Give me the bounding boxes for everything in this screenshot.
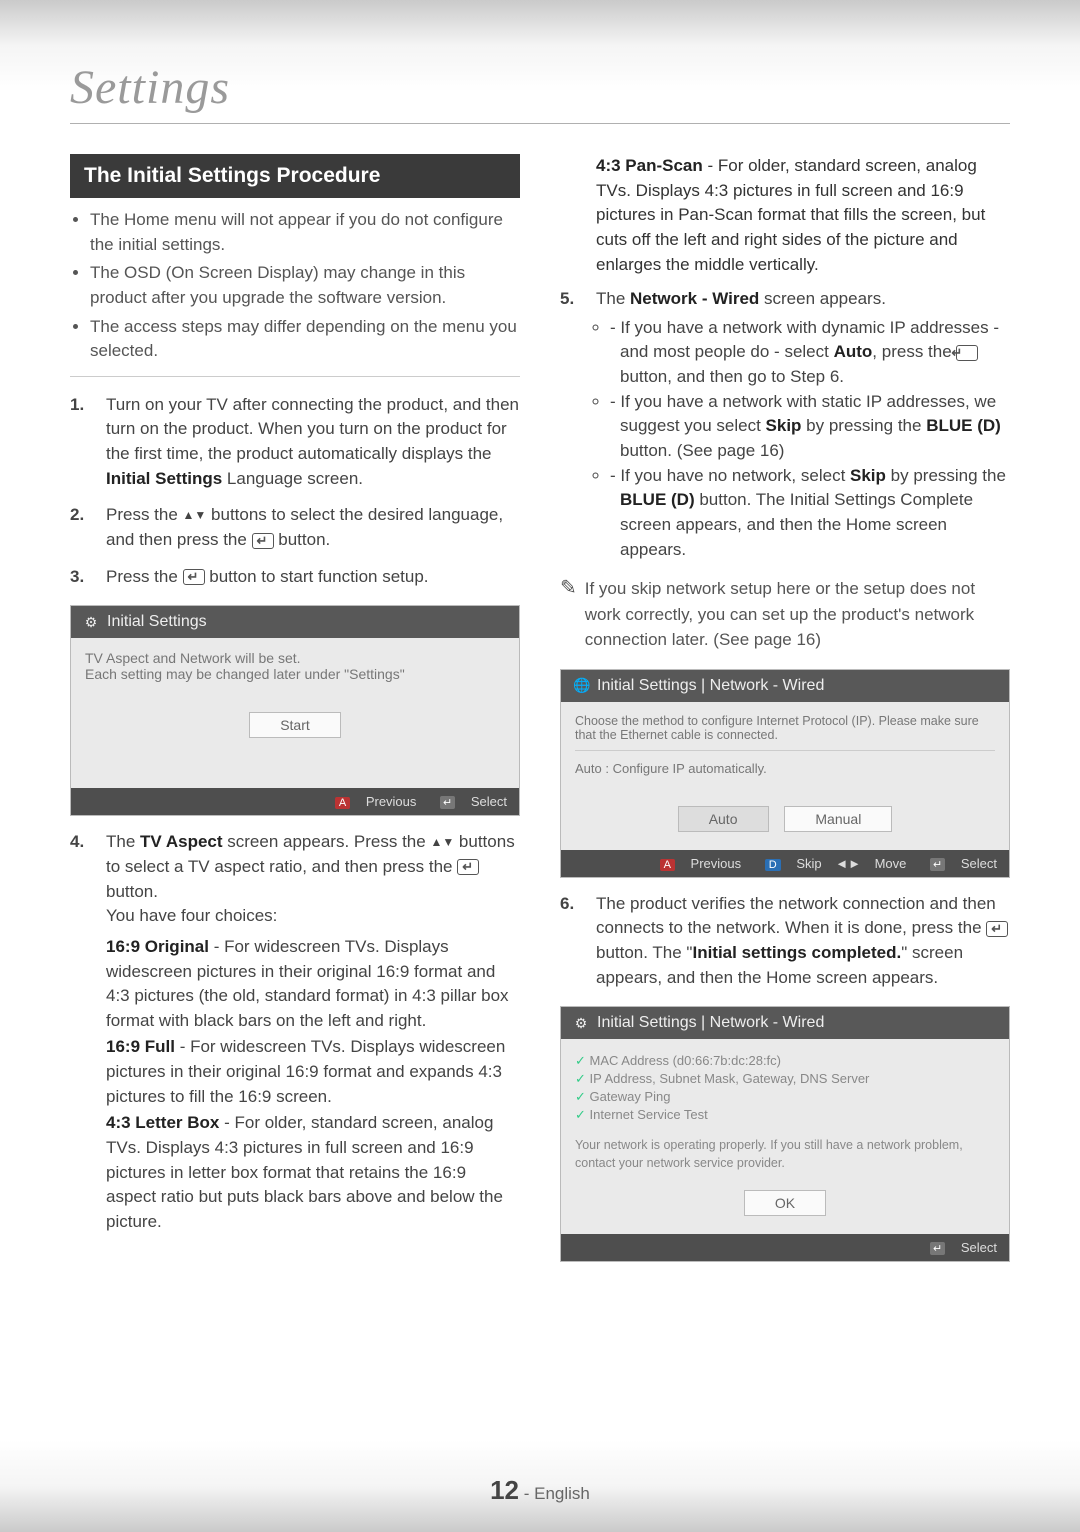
gear-icon: ⚙	[573, 1015, 589, 1032]
step-3: 3. Press the button to start function se…	[70, 565, 520, 590]
step-5: 5. The Network - Wired screen appears. I…	[560, 287, 1010, 562]
step-1: 1. Turn on your TV after connecting the …	[70, 393, 520, 492]
choices-lead: You have four choices:	[106, 904, 520, 929]
panel-initial-settings: ⚙ Initial Settings TV Aspect and Network…	[70, 605, 520, 816]
lead-bullet-list: The Home menu will not appear if you do …	[70, 208, 520, 377]
page-number: 12	[490, 1475, 519, 1505]
step-5-sublist: If you have a network with dynamic IP ad…	[596, 316, 1010, 562]
section-title: Settings	[70, 60, 1010, 124]
panel-footer: ↵ Select	[561, 1234, 1009, 1261]
procedure-heading-bar: The Initial Settings Procedure	[70, 154, 520, 198]
panel-text: Each setting may be changed later under …	[85, 666, 505, 682]
panel-network-result: ⚙ Initial Settings | Network - Wired MAC…	[560, 1006, 1010, 1262]
auto-button[interactable]: Auto	[678, 806, 769, 832]
updown-icon: ▲▼	[183, 508, 207, 522]
step-2: 2. Press the ▲▼ buttons to select the de…	[70, 503, 520, 552]
note-text: If you skip network setup here or the se…	[585, 576, 1010, 653]
lead-bullet: The Home menu will not appear if you do …	[90, 208, 520, 257]
note-block: ✎ If you skip network setup here or the …	[560, 576, 1010, 653]
step-number: 1.	[70, 393, 106, 492]
network-check-list: MAC Address (d0:66:7b:dc:28:fc) IP Addre…	[575, 1053, 995, 1123]
ok-button[interactable]: OK	[744, 1190, 826, 1216]
lead-bullet: The access steps may differ depending on…	[90, 315, 520, 364]
panel-title: Initial Settings | Network - Wired	[597, 1014, 824, 1032]
enter-icon	[986, 921, 1008, 937]
panel-desc: Choose the method to configure Internet …	[575, 714, 995, 742]
step-number: 4.	[70, 830, 106, 1236]
page-footer: 12 - English	[0, 1475, 1080, 1506]
step-number: 6.	[560, 892, 596, 991]
step-number: 3.	[70, 565, 106, 590]
step-6: 6. The product verifies the network conn…	[560, 892, 1010, 991]
lead-bullet: The OSD (On Screen Display) may change i…	[90, 261, 520, 310]
step-number: 5.	[560, 287, 596, 562]
enter-key-icon: ↵	[930, 1242, 945, 1255]
globe-icon: 🌐	[573, 677, 589, 694]
page-language: English	[534, 1484, 590, 1503]
check-item: Gateway Ping	[575, 1089, 995, 1105]
enter-icon	[252, 533, 274, 549]
step-4: 4. The TV Aspect screen appears. Press t…	[70, 830, 520, 1236]
panel-footer: A Previous ↵ Select	[71, 788, 519, 815]
check-item: Internet Service Test	[575, 1107, 995, 1123]
enter-icon	[457, 859, 479, 875]
panel-auto-desc: Auto : Configure IP automatically.	[575, 761, 995, 776]
gear-icon: ⚙	[83, 614, 99, 631]
panel-footer: A Previous D Skip ◄► Move ↵ Select	[561, 850, 1009, 877]
panel-title: Initial Settings | Network - Wired	[597, 677, 824, 695]
key-a-icon: A	[335, 797, 350, 809]
key-d-icon: D	[765, 859, 781, 871]
manual-button[interactable]: Manual	[784, 806, 892, 832]
check-item: MAC Address (d0:66:7b:dc:28:fc)	[575, 1053, 995, 1069]
note-icon: ✎	[560, 576, 577, 653]
updown-icon: ▲▼	[430, 835, 454, 849]
enter-key-icon: ↵	[930, 858, 945, 871]
key-a-icon: A	[660, 859, 675, 871]
start-button[interactable]: Start	[249, 712, 341, 738]
step-number: 2.	[70, 503, 106, 552]
enter-icon	[183, 569, 205, 585]
panel-network-config: 🌐 Initial Settings | Network - Wired Cho…	[560, 669, 1010, 878]
panel-title: Initial Settings	[107, 613, 207, 631]
panel-message: Your network is operating properly. If y…	[575, 1137, 995, 1172]
panel-text: TV Aspect and Network will be set.	[85, 650, 505, 666]
check-item: IP Address, Subnet Mask, Gateway, DNS Se…	[575, 1071, 995, 1087]
enter-key-icon: ↵	[440, 796, 455, 809]
enter-icon	[956, 345, 978, 361]
